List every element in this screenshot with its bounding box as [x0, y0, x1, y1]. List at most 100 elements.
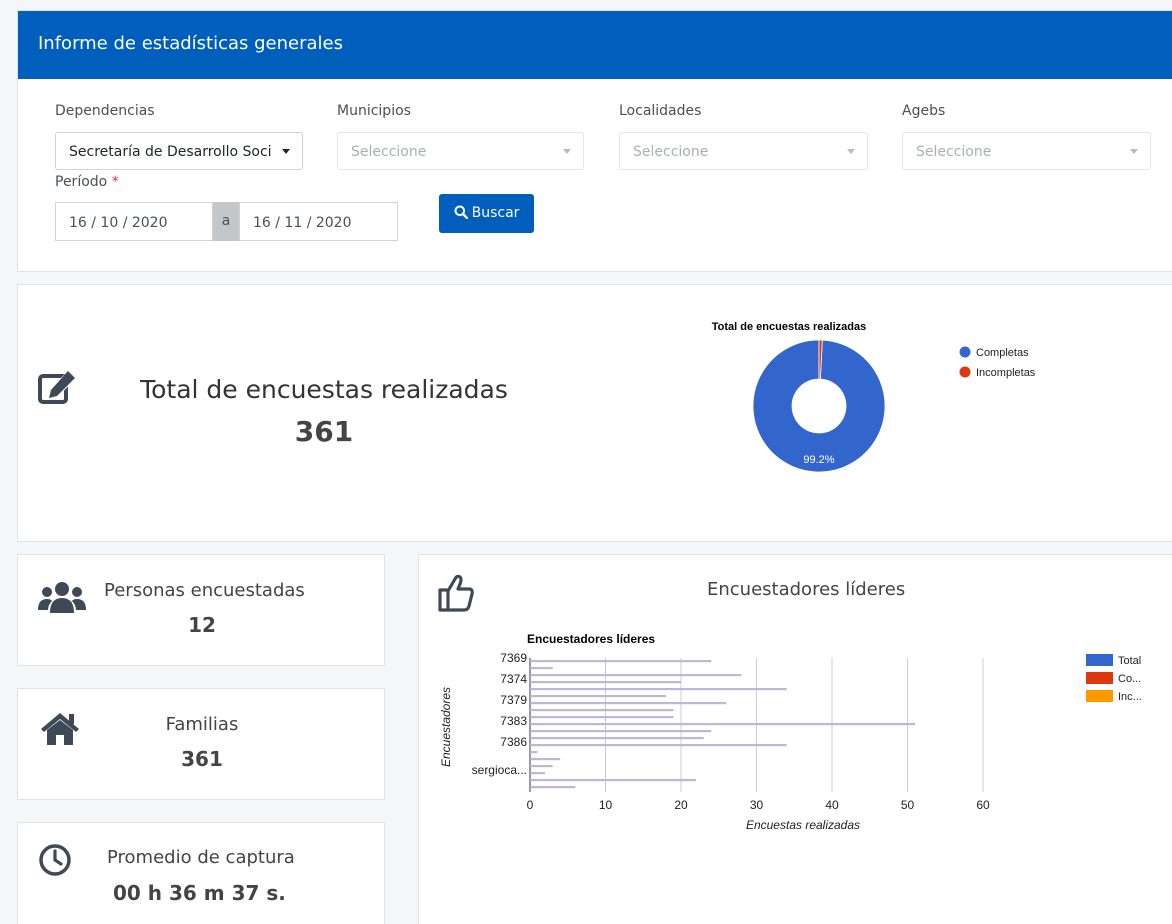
- legend-label-incompletas: Incompletas: [976, 367, 1036, 379]
- bar-row: [530, 695, 666, 697]
- date-to-input[interactable]: 16 / 11 / 2020: [239, 202, 398, 241]
- caret-down-icon: [847, 149, 855, 154]
- bar-row-accent: [530, 766, 553, 768]
- personas-value: 12: [188, 613, 216, 637]
- legend-swatch-incompletas: [959, 366, 971, 378]
- x-tick-label: 50: [901, 798, 915, 812]
- municipios-select[interactable]: Seleccione: [337, 132, 584, 170]
- bar-row-accent: [530, 787, 576, 789]
- x-tick-label: 60: [976, 798, 990, 812]
- legend-swatch: [1086, 672, 1113, 684]
- bar-chart-bars: [530, 660, 916, 789]
- bar-row-accent: [530, 668, 553, 670]
- bar-row: [530, 772, 546, 774]
- personas-title: Personas encuestadas: [104, 580, 305, 601]
- bar-row: [530, 688, 787, 690]
- bar-row: [530, 744, 787, 746]
- bar-row-accent: [530, 780, 697, 782]
- x-tick-label: 0: [527, 798, 534, 812]
- bar-row-accent: [530, 682, 681, 684]
- y-tick-label: 7383: [500, 714, 527, 728]
- report-title: Informe de estadísticas generales: [38, 33, 343, 54]
- legend-label: Co...: [1118, 673, 1141, 685]
- report-header: Informe de estadísticas generales: [18, 11, 1172, 79]
- leaders-title: Encuestadores líderes: [707, 579, 906, 600]
- bar-row: [530, 681, 681, 683]
- periodo-label-text: Período: [55, 174, 108, 190]
- clock-icon: [39, 844, 71, 876]
- localidades-select[interactable]: Seleccione: [619, 132, 868, 170]
- bar-row-accent: [530, 731, 712, 733]
- bar-row-accent: [530, 661, 712, 663]
- bar-row-accent: [530, 752, 538, 754]
- familias-title: Familias: [165, 714, 239, 735]
- bar-chart-legend: Total Co... Inc...: [1086, 654, 1142, 703]
- pie-chart-title: Total de encuestas realizadas: [712, 321, 866, 333]
- pie-slices: [752, 339, 886, 473]
- thumbs-up-icon: [438, 574, 474, 612]
- promedio-value: 00 h 36 m 37 s.: [113, 881, 286, 905]
- filters-panel: Informe de estadísticas generales Depend…: [17, 10, 1172, 272]
- legend-swatch: [1086, 654, 1113, 666]
- bar-row: [530, 723, 916, 725]
- municipios-placeholder: Seleccione: [351, 144, 427, 160]
- bar-row: [530, 730, 712, 732]
- legend-swatch: [1086, 690, 1113, 702]
- bar-row: [530, 709, 674, 711]
- promedio-card: Promedio de captura 00 h 36 m 37 s.: [17, 822, 385, 924]
- bar-chart-x-axis-label: Encuestas realizadas: [746, 818, 860, 832]
- bar-row-accent: [530, 745, 787, 747]
- bar-row: [530, 674, 742, 676]
- date-from-input[interactable]: 16 / 10 / 2020: [55, 202, 213, 241]
- users-icon: [38, 582, 86, 613]
- bar-row-accent: [530, 717, 674, 719]
- x-tick-label: 20: [674, 798, 688, 812]
- search-button[interactable]: Buscar: [439, 194, 534, 233]
- bar-row-accent: [530, 773, 546, 775]
- search-icon: [454, 205, 468, 220]
- localidades-label: Localidades: [619, 103, 702, 119]
- bar-row-accent: [530, 696, 666, 698]
- bar-row: [530, 702, 727, 704]
- bar-row: [530, 765, 553, 767]
- bar-row-accent: [530, 724, 916, 726]
- x-tick-label: 40: [825, 798, 839, 812]
- total-surveys-value: 361: [294, 415, 354, 448]
- pie-slice-label: 99.2%: [803, 454, 834, 466]
- leaders-bar-chart: Encuestadores líderes 736973747379738373…: [439, 632, 1142, 832]
- y-tick-label: 7374: [500, 672, 527, 686]
- bar-row-accent: [530, 675, 742, 677]
- caret-down-icon: [563, 149, 571, 154]
- total-surveys-panel: Total de encuestas realizadas 361 Total …: [17, 284, 1172, 542]
- caret-down-icon: [1130, 149, 1138, 154]
- pie-legend: Completas Incompletas: [959, 346, 1036, 379]
- bar-row: [530, 751, 538, 753]
- y-tick-label: 7379: [500, 693, 527, 707]
- bar-row: [530, 660, 712, 662]
- y-tick-label: sergioca...: [472, 763, 527, 777]
- legend-label: Inc...: [1118, 691, 1142, 703]
- localidades-placeholder: Seleccione: [633, 144, 709, 160]
- x-tick-label: 10: [599, 798, 613, 812]
- surveys-pie-chart: Total de encuestas realizadas 99.2% Comp…: [712, 321, 1036, 473]
- dependencias-select[interactable]: Secretaría de Desarrollo Soci: [55, 132, 303, 170]
- bar-row: [530, 667, 553, 669]
- bar-row: [530, 737, 704, 739]
- agebs-label: Agebs: [902, 103, 946, 119]
- search-button-label: Buscar: [471, 205, 520, 221]
- y-tick-label: 7386: [500, 735, 527, 749]
- promedio-title: Promedio de captura: [107, 847, 295, 868]
- bar-row: [530, 758, 561, 760]
- agebs-select[interactable]: Seleccione: [902, 132, 1151, 170]
- bar-chart-x-tick-labels: 0 10 20 30 40 50 60: [527, 798, 990, 812]
- familias-value: 361: [181, 747, 223, 771]
- bar-chart-y-axis-label: Encuestadores: [439, 687, 453, 767]
- bar-row: [530, 779, 697, 781]
- legend-swatch-completas: [959, 346, 971, 358]
- agebs-placeholder: Seleccione: [916, 144, 992, 160]
- bar-row-accent: [530, 689, 787, 691]
- bar-row-accent: [530, 703, 727, 705]
- legend-label: Total: [1118, 655, 1141, 667]
- familias-card: Familias 361: [17, 688, 385, 800]
- bar-row-accent: [530, 738, 704, 740]
